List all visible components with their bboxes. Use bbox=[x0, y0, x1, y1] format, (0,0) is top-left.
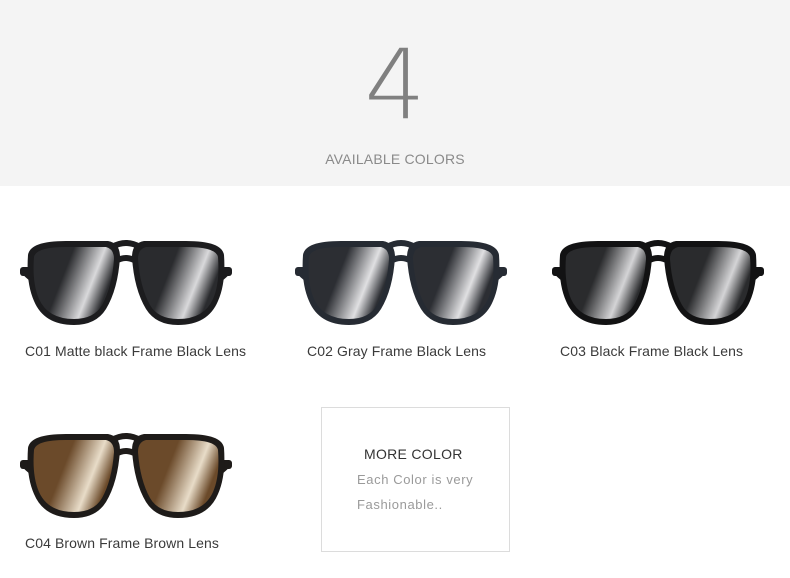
product-c01[interactable]: C01 Matte black Frame Black Lens bbox=[20, 237, 270, 377]
more-color-title: MORE COLOR bbox=[364, 446, 463, 462]
nose-bridge bbox=[389, 255, 413, 264]
more-color-box[interactable]: MORE COLOR Each Color is very Fashionabl… bbox=[321, 407, 510, 552]
header-banner: 4 AVAILABLE COLORS bbox=[0, 0, 790, 186]
sunglasses-c04-image bbox=[20, 433, 232, 518]
sunglasses-c03-image bbox=[552, 240, 764, 325]
top-bridge bbox=[642, 240, 674, 250]
more-color-line-1: Each Color is very bbox=[357, 472, 474, 487]
nose-bridge bbox=[114, 448, 138, 457]
product-caption-c02: C02 Gray Frame Black Lens bbox=[307, 343, 487, 359]
product-c04[interactable]: C04 Brown Frame Brown Lens bbox=[20, 430, 270, 570]
color-count: 4 bbox=[364, 29, 426, 141]
top-bridge bbox=[385, 240, 417, 250]
product-caption-c03: C03 Black Frame Black Lens bbox=[560, 343, 744, 359]
nose-bridge bbox=[646, 255, 670, 264]
product-c03[interactable]: C03 Black Frame Black Lens bbox=[552, 237, 790, 377]
sunglasses-c01-image bbox=[20, 240, 232, 325]
product-c02[interactable]: C02 Gray Frame Black Lens bbox=[295, 237, 545, 377]
available-colors-label: AVAILABLE COLORS bbox=[325, 151, 465, 167]
product-caption-c01: C01 Matte black Frame Black Lens bbox=[25, 343, 247, 359]
top-bridge bbox=[110, 433, 142, 443]
sunglasses-c02-image bbox=[295, 240, 507, 325]
nose-bridge bbox=[114, 255, 138, 264]
top-bridge bbox=[110, 240, 142, 250]
more-color-line-2: Fashionable.. bbox=[357, 497, 443, 512]
product-caption-c04: C04 Brown Frame Brown Lens bbox=[25, 535, 220, 551]
